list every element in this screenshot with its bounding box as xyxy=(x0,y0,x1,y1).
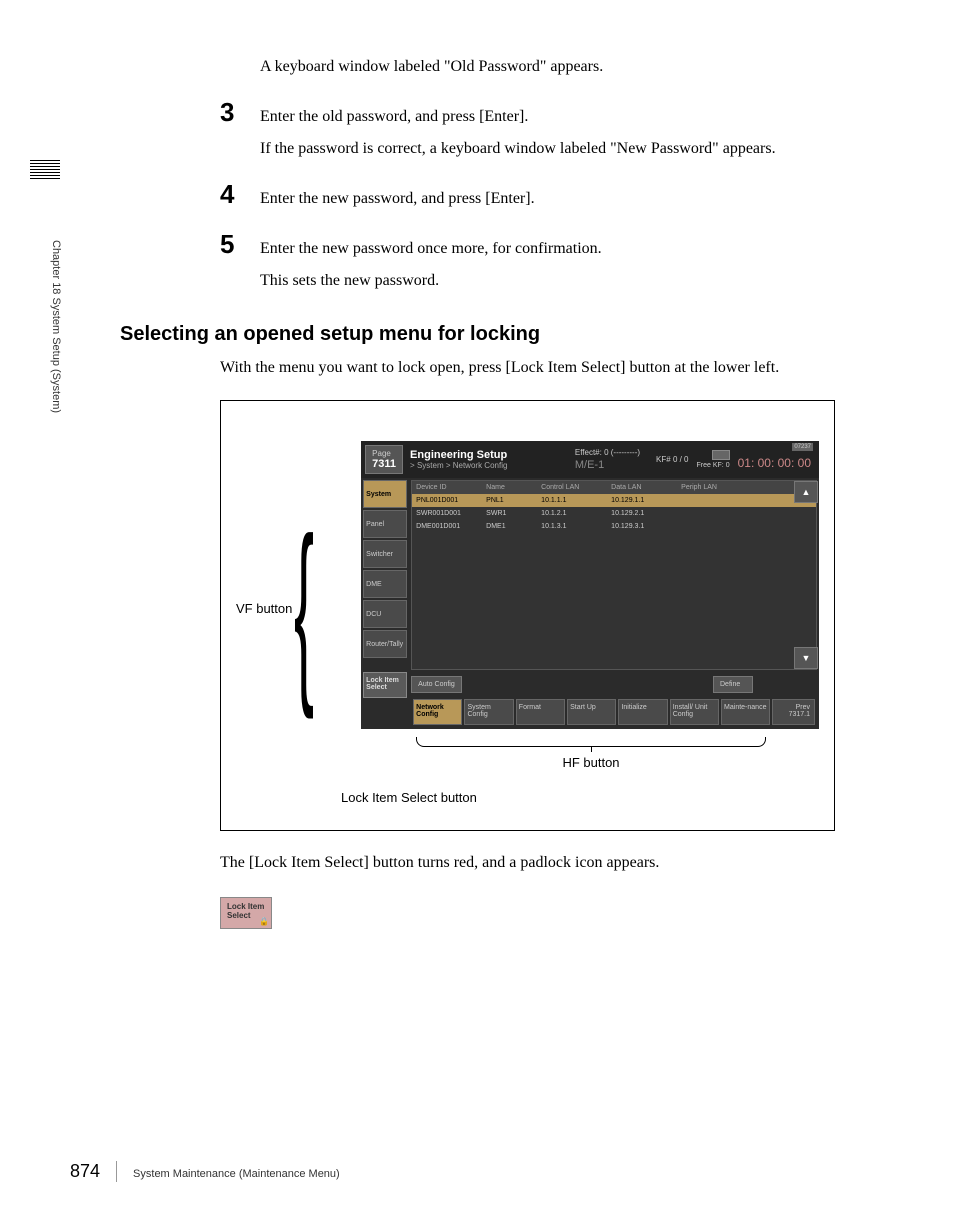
table-row[interactable]: DME001D001 DME1 10.1.3.1 10.129.3.1 xyxy=(412,520,816,533)
timecode: 01: 00: 00: 00 xyxy=(738,450,815,470)
brace-icon xyxy=(416,737,766,747)
auto-config-button[interactable]: Auto Config xyxy=(411,676,462,693)
chapter-side-label: Chapter 18 System Setup (System) xyxy=(50,240,62,413)
lock-item-red-button: Lock Item Select 🔒 xyxy=(220,897,272,929)
hf-format-button[interactable]: Format xyxy=(516,699,565,725)
step-4-text: Enter the new password, and press [Enter… xyxy=(260,187,535,211)
lock-item-label: Lock Item Select button xyxy=(341,790,819,805)
step-number-4: 4 xyxy=(220,179,260,210)
page-footer: 874 System Maintenance (Maintenance Menu… xyxy=(70,1161,340,1182)
table-header: Device ID Name Control LAN Data LAN Peri… xyxy=(412,481,816,494)
intro-text: A keyboard window labeled "Old Password"… xyxy=(260,55,860,79)
footer-title: System Maintenance (Maintenance Menu) xyxy=(133,1168,340,1180)
effect-status: Effect#: 0 (---------) M/E-1 xyxy=(567,445,648,474)
title-area: Engineering Setup > System > Network Con… xyxy=(407,446,567,473)
device-table: Device ID Name Control LAN Data LAN Peri… xyxy=(411,480,817,670)
scroll-up-button[interactable]: ▲ xyxy=(794,481,818,503)
hf-prev-button[interactable]: Prev 7317.1 xyxy=(772,699,815,725)
hf-install-button[interactable]: Install/ Unit Config xyxy=(670,699,719,725)
define-button[interactable]: Define xyxy=(713,676,753,693)
hf-system-config-button[interactable]: System Config xyxy=(464,699,513,725)
vf-switcher-button[interactable]: Switcher xyxy=(363,540,407,568)
ui-screenshot: Page 7311 Engineering Setup > System > N… xyxy=(361,441,819,729)
vf-router-tally-button[interactable]: Router/Tally xyxy=(363,630,407,658)
section-heading: Selecting an opened setup menu for locki… xyxy=(120,323,860,346)
padlock-icon: 🔒 xyxy=(259,917,269,926)
page-number: 874 xyxy=(70,1161,117,1182)
hf-maintenance-button[interactable]: Mainte-nance xyxy=(721,699,770,725)
hf-initialize-button[interactable]: Initialize xyxy=(618,699,667,725)
free-kf-time: Free KF: 0 xyxy=(697,447,738,472)
hf-button-label: HF button xyxy=(416,755,766,770)
header-small-button[interactable] xyxy=(712,450,730,460)
hf-startup-button[interactable]: Start Up xyxy=(567,699,616,725)
hf-network-config-button[interactable]: Network Config xyxy=(413,699,462,725)
figure: VF button { Page 7311 Engineering Setup … xyxy=(220,400,835,831)
step-number-5: 5 xyxy=(220,229,260,260)
table-row[interactable]: SWR001D001 SWR1 10.1.2.1 10.129.2.1 xyxy=(412,507,816,520)
page-box[interactable]: Page 7311 xyxy=(365,445,403,474)
vf-dcu-button[interactable]: DCU xyxy=(363,600,407,628)
section-body: With the menu you want to lock open, pre… xyxy=(220,356,860,380)
vf-dme-button[interactable]: DME xyxy=(363,570,407,598)
vf-system-button[interactable]: System xyxy=(363,480,407,508)
code-badge: 07237 xyxy=(792,443,813,451)
vf-button-label: VF button { xyxy=(236,601,361,616)
scroll-down-button[interactable]: ▼ xyxy=(794,647,818,669)
kf-status: KF# 0 / 0 xyxy=(648,452,696,467)
lock-item-select-button[interactable]: Lock Item Select xyxy=(363,672,407,698)
table-row[interactable]: PNL001D001 PNL1 10.1.1.1 10.129.1.1 xyxy=(412,494,816,507)
vf-panel-button[interactable]: Panel xyxy=(363,510,407,538)
step-3-result: If the password is correct, a keyboard w… xyxy=(260,137,860,161)
step-5-result: This sets the new password. xyxy=(260,269,860,293)
step-3-text: Enter the old password, and press [Enter… xyxy=(260,105,528,129)
page-edge-decoration xyxy=(30,160,60,220)
step-5-text: Enter the new password once more, for co… xyxy=(260,237,602,261)
post-figure-text: The [Lock Item Select] button turns red,… xyxy=(220,851,860,875)
step-number-3: 3 xyxy=(220,97,260,128)
